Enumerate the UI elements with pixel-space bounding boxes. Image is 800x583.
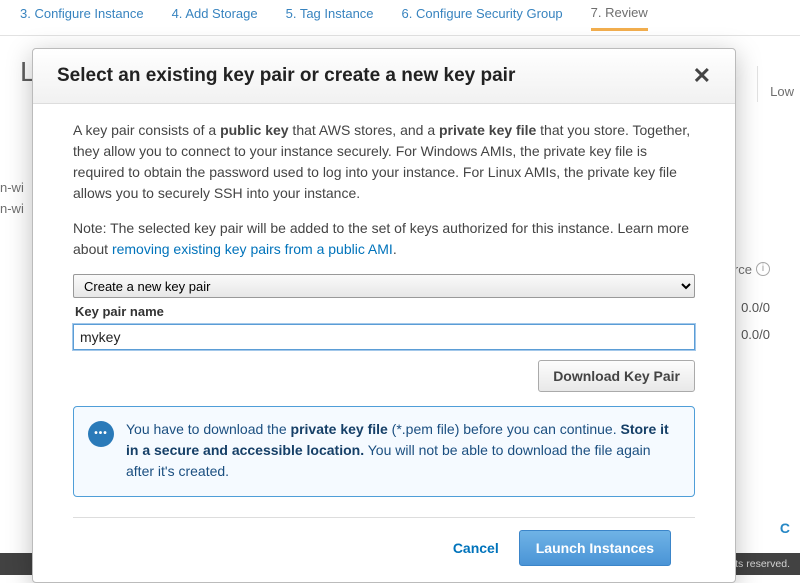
text: You have to download the (126, 421, 291, 437)
text-bold: private key file (291, 421, 388, 437)
modal-header: Select an existing key pair or create a … (33, 49, 735, 104)
info-icon: ••• (88, 421, 114, 447)
download-keypair-button[interactable]: Download Key Pair (538, 360, 695, 392)
remove-keypairs-link[interactable]: removing existing key pairs from a publi… (112, 241, 393, 257)
modal-body: A key pair consists of a public key that… (33, 104, 735, 503)
modal-title: Select an existing key pair or create a … (57, 65, 515, 87)
text: . (393, 241, 397, 257)
modal-footer: Cancel Launch Instances (73, 517, 695, 582)
launch-instances-button[interactable]: Launch Instances (519, 530, 671, 566)
info-text: You have to download the private key fil… (126, 419, 680, 482)
modal-note: Note: The selected key pair will be adde… (73, 218, 695, 260)
modal-description: A key pair consists of a public key that… (73, 120, 695, 204)
close-icon[interactable]: ✕ (693, 65, 711, 87)
keypair-name-label: Key pair name (75, 302, 695, 322)
text: (*.pem file) before you can continue. (388, 421, 621, 437)
cancel-button[interactable]: Cancel (453, 540, 499, 556)
text: A key pair consists of a (73, 122, 220, 138)
info-alert: ••• You have to download the private key… (73, 406, 695, 497)
text-bold: public key (220, 122, 288, 138)
download-row: Download Key Pair (73, 360, 695, 392)
keypair-modal: Select an existing key pair or create a … (32, 48, 736, 583)
keypair-name-input[interactable] (73, 324, 695, 350)
text: that AWS stores, and a (289, 122, 439, 138)
keypair-select[interactable]: Create a new key pair (73, 274, 695, 298)
text-bold: private key file (439, 122, 536, 138)
